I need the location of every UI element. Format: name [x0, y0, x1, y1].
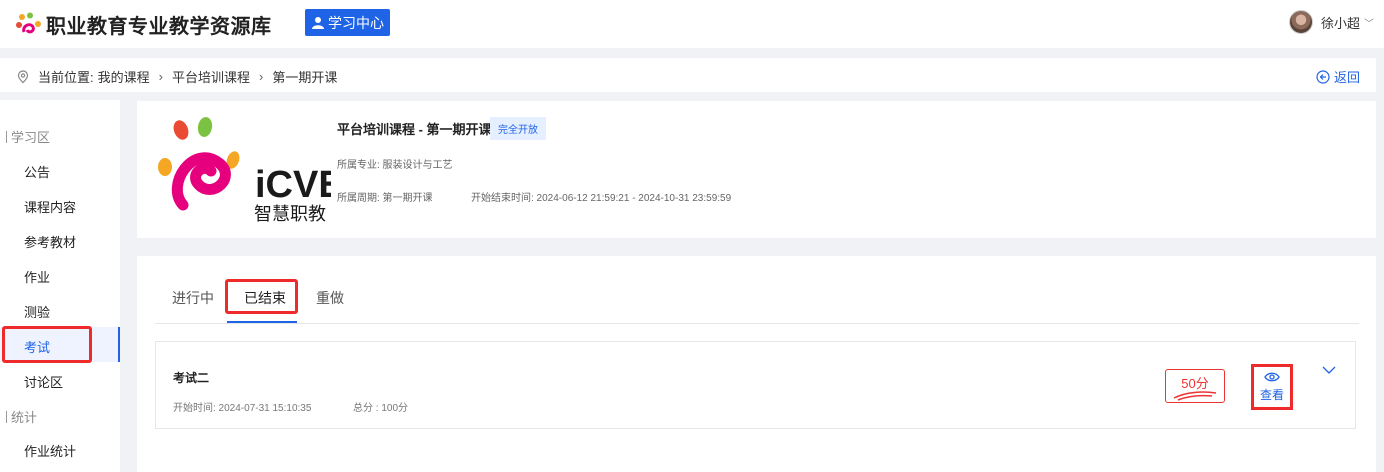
course-period: 所属周期: 第一期开课: [337, 193, 433, 204]
eye-icon: [1264, 372, 1280, 382]
icve-logo-icon: iCVE 智慧职教: [158, 117, 344, 225]
site-logo[interactable]: 职业教育专业教学资源库: [16, 10, 272, 39]
breadcrumb-item-my-courses[interactable]: 我的课程: [98, 67, 150, 86]
exam-total-score: 总分 : 100分: [353, 403, 409, 414]
tab-redo[interactable]: 重做: [316, 288, 344, 308]
exam-start-time: 开始时间: 2024-07-31 15:10:35: [173, 403, 312, 414]
exam-panel: 进行中 已结束 重做 考试二 开始时间: 2024-07-31 15:10:35…: [137, 256, 1376, 472]
list-item: 考试二 开始时间: 2024-07-31 15:10:35 总分 : 100分 …: [155, 341, 1356, 429]
sidebar-item-quiz[interactable]: 测验: [24, 302, 50, 321]
location-pin-icon: [17, 69, 29, 83]
avatar: [1288, 10, 1313, 34]
status-badge: 完全开放: [490, 117, 546, 140]
chevron-down-icon: ﹀: [1364, 18, 1374, 30]
arrow-left-circle-icon: [1316, 69, 1330, 84]
user-icon: [312, 16, 324, 29]
breadcrumb-item-course[interactable]: 平台培训课程: [172, 67, 250, 86]
view-button[interactable]: 查看: [1251, 364, 1293, 410]
chevron-right-icon: ›: [158, 69, 163, 84]
sidebar-item-homework[interactable]: 作业: [24, 267, 50, 286]
learning-center-label: 学习中心: [328, 14, 384, 31]
exam-highlight-box: [2, 326, 92, 363]
site-title: 职业教育专业教学资源库: [46, 16, 272, 38]
breadcrumb-prefix: 当前位置:: [38, 70, 94, 85]
score-scribble-icon: [1173, 391, 1217, 401]
chevron-right-icon: ›: [259, 69, 264, 84]
tab-in-progress[interactable]: 进行中: [172, 288, 214, 308]
active-tab-underline: [227, 321, 297, 323]
logo-text: iCVE: [255, 164, 331, 206]
sidebar-item-course-content[interactable]: 课程内容: [24, 197, 76, 216]
finished-tab-highlight-box: [225, 279, 298, 314]
user-name: 徐小超: [1320, 15, 1360, 31]
course-title: 平台培训课程 - 第一期开课: [337, 122, 492, 137]
course-logo: iCVE 智慧职教: [153, 115, 344, 225]
course-card: iCVE 智慧职教 平台培训课程 - 第一期开课 完全开放 所属专业: 服装设计…: [137, 101, 1376, 238]
back-label: 返回: [1333, 70, 1360, 85]
breadcrumb: 当前位置: 我的课程 › 平台培训课程 › 第一期开课: [16, 67, 337, 86]
logo-icon: [16, 12, 41, 33]
sidebar-item-discussion[interactable]: 讨论区: [24, 372, 63, 391]
sidebar: 学习区 公告 课程内容 参考教材 作业 测验 考试 讨论区 统计 作业统计: [0, 100, 120, 472]
exam-name: 考试二: [173, 371, 210, 385]
learning-center-button[interactable]: 学习中心: [305, 9, 390, 36]
chevron-down-icon[interactable]: [1321, 364, 1337, 376]
score-badge: 50分: [1165, 369, 1225, 403]
breadcrumb-bar: 当前位置: 我的课程 › 平台培训课程 › 第一期开课 返回: [0, 58, 1376, 92]
sidebar-item-reference[interactable]: 参考教材: [24, 232, 76, 251]
top-header: 职业教育专业教学资源库 学习中心 徐小超 ﹀: [0, 0, 1384, 48]
sidebar-group-stats: 统计: [6, 407, 37, 426]
sidebar-group-study: 学习区: [6, 127, 50, 146]
view-label: 查看: [1259, 388, 1284, 402]
course-time: 开始结束时间: 2024-06-12 21:59:21 - 2024-10-31…: [471, 193, 732, 204]
sidebar-item-announcement[interactable]: 公告: [24, 162, 50, 181]
user-menu[interactable]: 徐小超 ﹀: [1288, 10, 1374, 34]
sidebar-item-homework-stats[interactable]: 作业统计: [24, 441, 76, 460]
back-button[interactable]: 返回: [1316, 67, 1360, 86]
course-major: 所属专业: 服装设计与工艺: [337, 160, 453, 171]
logo-subtext: 智慧职教: [254, 204, 326, 225]
exam-tabs: 进行中 已结束 重做: [155, 288, 1359, 324]
breadcrumb-item-session: 第一期开课: [272, 70, 338, 85]
